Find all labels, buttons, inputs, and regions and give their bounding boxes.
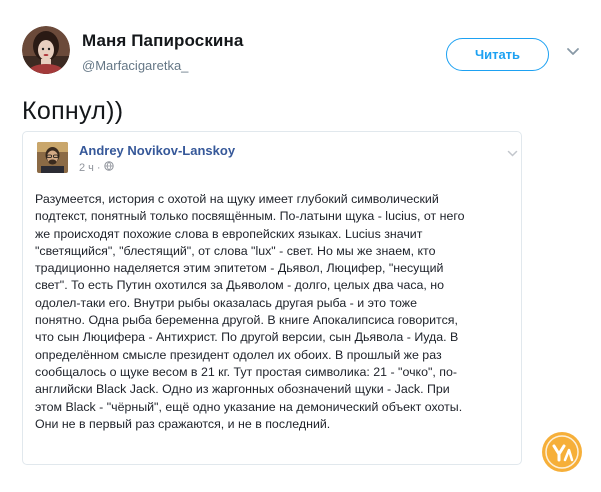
post-line: свет". То есть Путин охотился за Дьяволо…: [35, 278, 445, 293]
post-line: определённом смысле президент одолел их …: [35, 347, 442, 362]
author-name[interactable]: Маня Папироскина: [82, 31, 243, 51]
post-line: "светящийся", "блестящий", от слова "lux…: [35, 243, 436, 258]
quoted-facebook-post[interactable]: Andrey Novikov-Lanskoy 2 ч · Разумеется,…: [22, 131, 522, 465]
follow-button[interactable]: Читать: [446, 38, 549, 71]
chevron-down-icon[interactable]: [566, 44, 580, 58]
post-line: английски Black Jack. Одно из жаргонных …: [35, 382, 450, 397]
post-line: подтекст, понятный только посвящённым. П…: [35, 209, 465, 224]
globe-icon: [103, 161, 114, 174]
post-line: сообщалось о щуке весом в 21 кг. Тут про…: [35, 364, 457, 379]
quoted-author-name[interactable]: Andrey Novikov-Lanskoy: [79, 143, 235, 158]
post-line: этом Black - "чёрный", ещё одно указание…: [35, 399, 463, 414]
post-line: понятно. Одна рыба беременна другой. В к…: [35, 313, 458, 328]
quoted-author-avatar[interactable]: [37, 142, 68, 173]
post-line: что сын Люцифера - Антихрист. По другой …: [35, 330, 459, 345]
author-handle[interactable]: @Marfacigaretka_: [82, 58, 188, 73]
post-line: Разумеется, история с охотой на щуку име…: [35, 192, 439, 206]
author-avatar[interactable]: [22, 26, 70, 74]
post-line: традиционно наделяется этим эпитетом - Д…: [35, 261, 444, 276]
quoted-post-meta: 2 ч ·: [79, 161, 114, 174]
quoted-post-body: Разумеется, история с охотой на щуку име…: [35, 191, 515, 433]
post-line: же происходят похожие слова в европейски…: [35, 226, 423, 241]
quoted-post-time[interactable]: 2 ч: [79, 162, 94, 174]
watermark-logo: [540, 430, 584, 474]
post-line: одолел-таки его. Внутри рыбы оказалась д…: [35, 295, 417, 310]
tweet-card: Маня Папироскина @Marfacigaretka_ Читать…: [0, 0, 601, 492]
tweet-text: Копнул)): [22, 97, 124, 125]
meta-separator: ·: [96, 161, 101, 174]
post-line: Они не в первый раз сражаются, и не в по…: [35, 416, 331, 431]
post-options-chevron-icon[interactable]: [507, 146, 518, 157]
